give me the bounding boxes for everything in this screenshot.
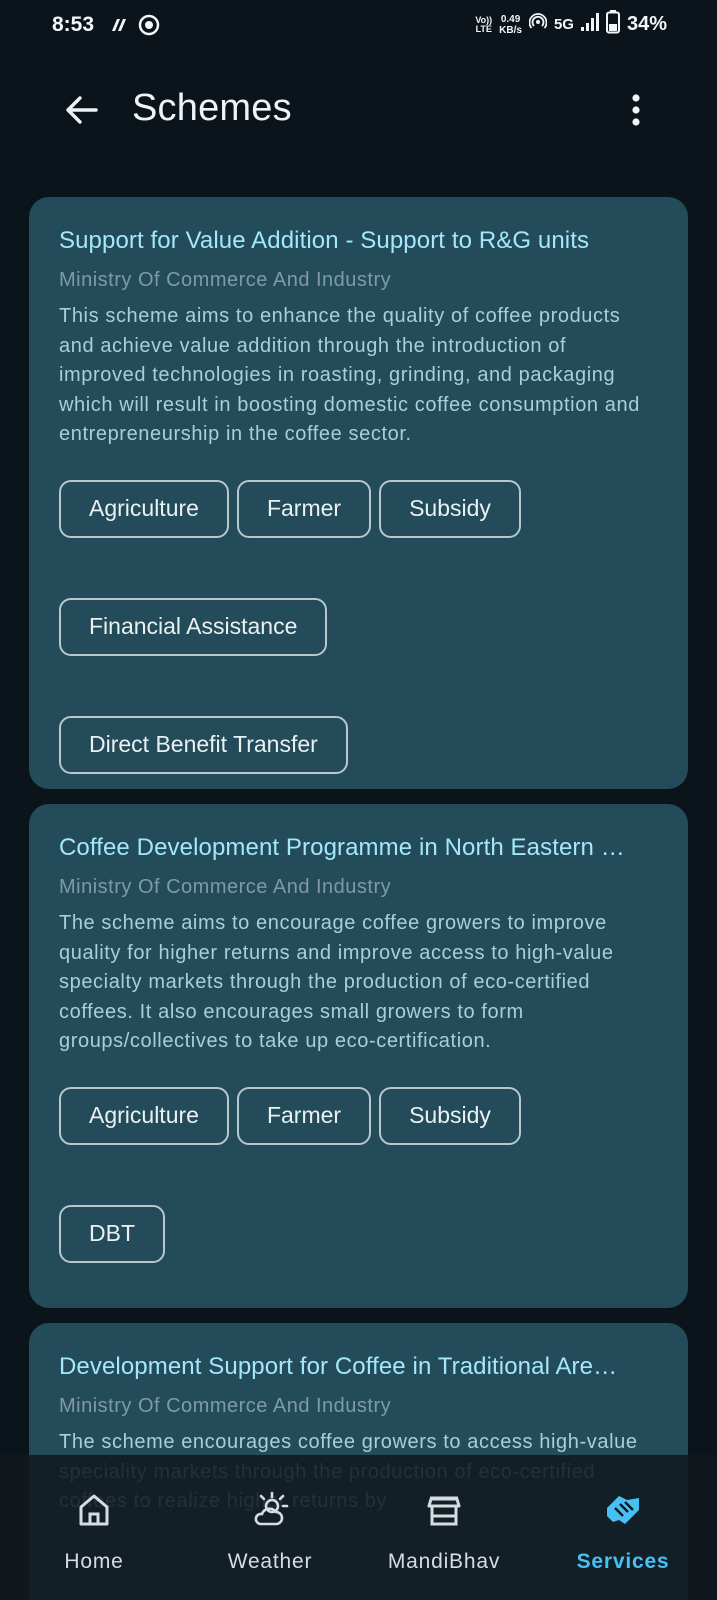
services-icon bbox=[607, 1496, 639, 1524]
hotspot-icon bbox=[528, 13, 548, 36]
scheme-title: Development Support for Coffee in Tradit… bbox=[59, 1353, 618, 1380]
app-notification-icon bbox=[108, 15, 130, 40]
scheme-ministry: Ministry Of Commerce And Industry bbox=[59, 1395, 392, 1417]
status-right: Vo)) LTE 0.49 KB/s 5G 34% bbox=[475, 10, 667, 39]
battery-icon bbox=[605, 10, 620, 39]
nav-label: Services bbox=[576, 1550, 670, 1573]
screen: 8:53 Vo)) LTE 0.49 KB/s 5G 34% Schemes S… bbox=[0, 0, 717, 1600]
nav-services[interactable]: Services bbox=[543, 1455, 703, 1600]
scheme-card[interactable]: Support for Value Addition - Support to … bbox=[29, 197, 688, 789]
scheme-description: The scheme aims to encourage coffee grow… bbox=[59, 912, 614, 1052]
status-time: 8:53 bbox=[52, 13, 95, 36]
tag-chip[interactable]: Farmer bbox=[236, 1086, 372, 1145]
nav-weather[interactable]: Weather bbox=[190, 1455, 350, 1600]
nav-label: Home bbox=[64, 1550, 124, 1573]
weather-icon bbox=[254, 1491, 289, 1526]
scheme-card[interactable]: Coffee Development Programme in North Ea… bbox=[29, 804, 688, 1308]
whatsapp-icon bbox=[138, 14, 160, 41]
tag-list: Agriculture Farmer Subsidy Financial Ass… bbox=[59, 479, 619, 774]
nav-mandibhav[interactable]: MandiBhav bbox=[364, 1455, 524, 1600]
page-title: Schemes bbox=[132, 87, 292, 129]
nav-label: MandiBhav bbox=[387, 1550, 501, 1573]
tag-list: Agriculture Farmer Subsidy DBT bbox=[59, 1086, 619, 1263]
tag-chip[interactable]: Subsidy bbox=[379, 1086, 521, 1145]
scheme-ministry: Ministry Of Commerce And Industry bbox=[59, 269, 392, 291]
nav-home[interactable]: Home bbox=[14, 1455, 174, 1600]
volte-indicator: Vo)) LTE bbox=[475, 14, 493, 34]
nav-label: Weather bbox=[227, 1550, 313, 1573]
tag-chip[interactable]: DBT bbox=[59, 1204, 165, 1263]
status-bar: 8:53 Vo)) LTE 0.49 KB/s 5G 34% bbox=[0, 0, 717, 52]
bottom-navigation: Home Weather MandiBhav Services bbox=[0, 1455, 717, 1600]
more-vert-icon bbox=[632, 94, 640, 126]
app-bar: Schemes bbox=[0, 70, 717, 150]
network-speed: 0.49 KB/s bbox=[499, 13, 522, 36]
home-icon bbox=[79, 1494, 109, 1526]
signal-icon bbox=[580, 13, 599, 36]
store-icon bbox=[427, 1496, 461, 1526]
battery-percent: 34% bbox=[626, 13, 667, 35]
notification-icons bbox=[108, 14, 160, 41]
tag-chip[interactable]: Financial Assistance bbox=[59, 597, 328, 656]
back-arrow-icon bbox=[66, 96, 98, 124]
tag-chip[interactable]: Agriculture bbox=[59, 479, 229, 538]
scheme-title: Coffee Development Programme in North Ea… bbox=[59, 834, 625, 861]
scheme-ministry: Ministry Of Commerce And Industry bbox=[59, 876, 392, 898]
back-button[interactable] bbox=[58, 90, 104, 130]
more-options-button[interactable] bbox=[618, 90, 654, 130]
tag-chip[interactable]: Direct Benefit Transfer bbox=[59, 715, 348, 774]
scheme-title: Support for Value Addition - Support to … bbox=[59, 227, 590, 254]
tag-chip[interactable]: Agriculture bbox=[59, 1086, 229, 1145]
scheme-description: This scheme aims to enhance the quality … bbox=[59, 305, 640, 445]
tag-chip[interactable]: Farmer bbox=[236, 479, 372, 538]
network-type: 5G bbox=[553, 16, 574, 33]
tag-chip[interactable]: Subsidy bbox=[379, 479, 521, 538]
